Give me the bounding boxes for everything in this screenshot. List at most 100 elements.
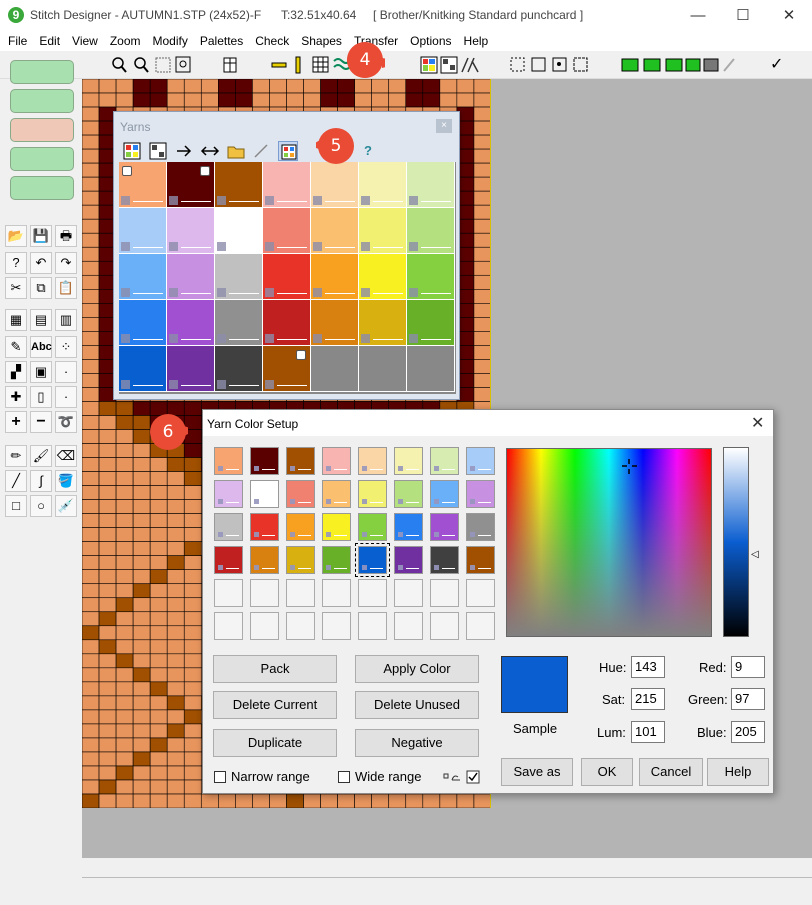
- stitch-cell[interactable]: [132, 779, 151, 795]
- stitch-cell[interactable]: [82, 485, 100, 500]
- stitch-cell[interactable]: [473, 373, 491, 388]
- stitch-cell[interactable]: [82, 555, 100, 570]
- print-icon[interactable]: 🖶: [55, 225, 77, 247]
- stitch-cell[interactable]: [354, 92, 372, 108]
- stitch-cell[interactable]: [115, 541, 134, 556]
- stitch-cell[interactable]: [166, 709, 185, 725]
- stitch-cell[interactable]: [98, 709, 117, 725]
- stitch-cell[interactable]: [269, 92, 287, 108]
- color-swatch[interactable]: [250, 480, 279, 508]
- stitch-cell[interactable]: [98, 583, 117, 599]
- yarn-color-cell[interactable]: [407, 208, 455, 254]
- stitch-cell[interactable]: [115, 485, 134, 500]
- knitting-machine-button[interactable]: [10, 147, 74, 171]
- stitch-cell[interactable]: [166, 653, 185, 669]
- stitch-cell[interactable]: [149, 695, 168, 711]
- stitch-cell[interactable]: [149, 779, 168, 795]
- stitch-cell[interactable]: [166, 611, 185, 627]
- stitch-cell[interactable]: [132, 639, 151, 655]
- stitch-cell[interactable]: [473, 162, 491, 178]
- yarn-color-cell[interactable]: [263, 300, 311, 346]
- stitch-cell[interactable]: [82, 597, 100, 613]
- stitch-cell[interactable]: [115, 667, 134, 683]
- stitch-cell[interactable]: [149, 765, 168, 781]
- stitch-cell[interactable]: [235, 793, 253, 808]
- yarn-color-cell[interactable]: [359, 346, 407, 392]
- stitch-cell[interactable]: [115, 415, 134, 430]
- stitch-cell[interactable]: [149, 485, 168, 500]
- sat-field[interactable]: 215: [631, 688, 665, 710]
- yarn-color-cell[interactable]: [119, 300, 167, 346]
- empty-swatch[interactable]: [250, 612, 279, 640]
- stitch-cell[interactable]: [183, 695, 202, 711]
- stitch-cell[interactable]: [456, 92, 475, 108]
- stitch-cell[interactable]: [115, 513, 134, 528]
- stitch-cell[interactable]: [183, 92, 202, 108]
- stitch-cell[interactable]: [473, 134, 491, 150]
- stitch-cell[interactable]: [183, 513, 202, 528]
- stitch-cell[interactable]: [115, 765, 134, 781]
- symbol-toggle-icon[interactable]: [443, 768, 483, 786]
- menu-file[interactable]: File: [2, 31, 33, 51]
- color-swatch[interactable]: [430, 447, 459, 475]
- stitch-cell[interactable]: [388, 793, 407, 808]
- yarn-color-cell[interactable]: [119, 346, 167, 392]
- stitch-cell[interactable]: [473, 120, 491, 136]
- color-swatch[interactable]: [214, 546, 243, 574]
- stitch-cell[interactable]: [149, 79, 168, 94]
- empty-swatch[interactable]: [286, 579, 315, 607]
- redo-icon[interactable]: ↷: [55, 252, 77, 274]
- stitch-cell[interactable]: [388, 79, 407, 94]
- stitch-cell[interactable]: [183, 527, 202, 542]
- stitch-cell[interactable]: [166, 695, 185, 711]
- empty-swatch[interactable]: [322, 579, 351, 607]
- stitch-cell[interactable]: [115, 681, 134, 697]
- save-icon[interactable]: 💾: [30, 225, 52, 247]
- delete-unused-button[interactable]: Delete Unused: [355, 691, 479, 719]
- stitch-cell[interactable]: [82, 345, 100, 360]
- machine-tools-icon[interactable]: [620, 55, 740, 75]
- text-icon[interactable]: Abc: [30, 336, 52, 358]
- stitch-cell[interactable]: [149, 471, 168, 486]
- stitch-cell[interactable]: [473, 232, 491, 248]
- yarn-color-cell[interactable]: [167, 254, 215, 300]
- stitch-cell[interactable]: [422, 793, 441, 808]
- yarn-color-cell[interactable]: [119, 208, 167, 254]
- stitch-cell[interactable]: [303, 79, 321, 94]
- yarn-color-cell[interactable]: [215, 208, 263, 254]
- stitch-cell[interactable]: [132, 485, 151, 500]
- stitch-cell[interactable]: [132, 793, 151, 808]
- yarn-color-cell[interactable]: [167, 208, 215, 254]
- menu-modify[interactable]: Modify: [147, 31, 194, 51]
- stitch-cell[interactable]: [82, 639, 100, 655]
- stitch-cell[interactable]: [132, 695, 151, 711]
- yarn-color-cell[interactable]: [167, 162, 215, 208]
- stitch-cell[interactable]: [252, 92, 270, 108]
- undo-icon[interactable]: ↶: [30, 252, 52, 274]
- stitch-cell[interactable]: [98, 611, 117, 627]
- stitch-cell[interactable]: [166, 681, 185, 697]
- color-swatch[interactable]: [322, 447, 351, 475]
- stitch-cell[interactable]: [82, 611, 100, 627]
- color-swatch[interactable]: [394, 513, 423, 541]
- stitch-cell[interactable]: [82, 751, 100, 767]
- stitch-cell[interactable]: [132, 471, 151, 486]
- stitch-cell[interactable]: [98, 723, 117, 739]
- stitch-cell[interactable]: [183, 681, 202, 697]
- stitch-cell[interactable]: [149, 723, 168, 739]
- color-swatch[interactable]: [286, 447, 315, 475]
- stitch-cell[interactable]: [132, 611, 151, 627]
- stitch-cell[interactable]: [183, 723, 202, 739]
- stitch-cell[interactable]: [405, 793, 424, 808]
- yarn-color-cell[interactable]: [263, 208, 311, 254]
- stitch-cell[interactable]: [166, 765, 185, 781]
- color-swatch[interactable]: [322, 480, 351, 508]
- stitch-cell[interactable]: [115, 92, 134, 108]
- maximize-button[interactable]: ☐: [720, 0, 766, 31]
- stitch-cell[interactable]: [82, 401, 100, 416]
- stitch-cell[interactable]: [82, 471, 100, 486]
- brush-icon[interactable]: ✎: [5, 336, 27, 358]
- stitch-cell[interactable]: [98, 779, 117, 795]
- stitch-cell[interactable]: [166, 751, 185, 767]
- stitch-cell[interactable]: [149, 625, 168, 641]
